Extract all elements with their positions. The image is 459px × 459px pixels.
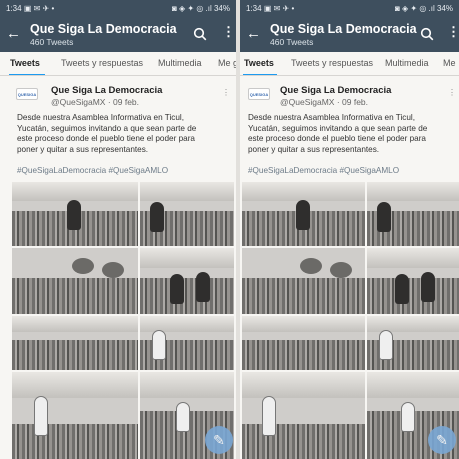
- tweet-photo[interactable]: [12, 372, 138, 459]
- tweet-line: Desde nuestra Asamblea Informativa en Ti…: [248, 113, 416, 122]
- tweet-text: Desde nuestra Asamblea Informativa en Ti…: [248, 113, 427, 155]
- status-battery: 34%: [436, 4, 453, 13]
- tweet-photo[interactable]: [242, 372, 365, 459]
- tweet-line: este proceso donde el pueblo tiene el po…: [248, 134, 426, 143]
- status-notification-icons: ▣ ✉ ✈ •: [263, 4, 295, 13]
- tweet-line: Desde nuestra Asamblea Informativa en Ti…: [17, 113, 185, 122]
- profile-tabs: Tweets Tweets y respuestas Multimedia Me: [240, 52, 459, 76]
- screenshot-left: 1:34 ▣ ✉ ✈ • ◙ ◈ ✦ ◎ .ıl 34% ← Que Siga …: [0, 0, 236, 459]
- photo-grid: [12, 182, 234, 459]
- tweet-photo[interactable]: [140, 182, 234, 246]
- tweet-photo[interactable]: [242, 182, 365, 246]
- tab-active-indicator: [9, 74, 45, 75]
- avatar[interactable]: QUESIGA: [16, 88, 38, 100]
- page-title: Que Siga La Democracia: [30, 22, 177, 36]
- tweet-menu-icon[interactable]: ⋮: [222, 88, 230, 97]
- tweet-photo[interactable]: [367, 182, 459, 246]
- status-bar: 1:34 ▣ ✉ ✈ • ◙ ◈ ✦ ◎ .ıl 34%: [240, 0, 459, 17]
- tweet-header: QUESIGA Que Siga La Democracia @QueSigaM…: [240, 84, 459, 108]
- tweet-photo[interactable]: [242, 316, 365, 370]
- tab-tweets-replies[interactable]: Tweets y respuestas: [61, 58, 143, 68]
- avatar[interactable]: QUESIGA: [248, 88, 270, 100]
- page-title: Que Siga La Democracia: [270, 22, 417, 36]
- back-arrow-icon[interactable]: ←: [6, 26, 21, 41]
- tweet-line: poner y quitar a sus representantes.: [248, 144, 380, 154]
- tab-tweets[interactable]: Tweets: [244, 58, 274, 68]
- tweet-text: Desde nuestra Asamblea Informativa en Ti…: [17, 113, 196, 155]
- back-arrow-icon[interactable]: ←: [246, 26, 261, 41]
- tweet-line: Yucatán, seguimos invitando a que sean p…: [248, 123, 428, 133]
- status-notification-icons: ▣ ✉ ✈ •: [23, 4, 55, 13]
- tweet-photo[interactable]: [367, 316, 459, 370]
- tweet-photo[interactable]: [242, 248, 365, 314]
- tweet-author[interactable]: Que Siga La Democracia: [280, 85, 391, 96]
- status-signal-icons: ◙ ◈ ✦ ◎ .ıl: [171, 4, 212, 13]
- tweet-header: QUESIGA Que Siga La Democracia @QueSigaM…: [0, 84, 236, 108]
- tab-media[interactable]: Multimedia: [385, 58, 429, 68]
- tab-likes[interactable]: Me: [443, 58, 456, 68]
- tweet-menu-icon[interactable]: ⋮: [448, 88, 456, 97]
- tab-media[interactable]: Multimedia: [158, 58, 202, 68]
- tweet-author[interactable]: Que Siga La Democracia: [51, 85, 162, 96]
- status-battery: 34%: [213, 4, 230, 13]
- more-vertical-icon[interactable]: ⋮: [222, 25, 235, 39]
- tab-tweets[interactable]: Tweets: [10, 58, 40, 68]
- status-time: 1:34: [6, 4, 22, 13]
- screenshot-right: 1:34 ▣ ✉ ✈ • ◙ ◈ ✦ ◎ .ıl 34% ← Que Siga …: [240, 0, 459, 459]
- tweet-line: este proceso donde el pueblo tiene el po…: [17, 134, 195, 143]
- tab-active-indicator: [243, 74, 277, 75]
- photo-grid: [242, 182, 459, 459]
- tweet-photo[interactable]: [12, 182, 138, 246]
- compose-icon[interactable]: ✎: [428, 426, 456, 454]
- tweet-handle: @QueSigaMX · 09 feb.: [51, 97, 140, 107]
- tweet-photo[interactable]: [367, 248, 459, 314]
- app-bar: ← Que Siga La Democracia 460 Tweets ⋮: [0, 17, 236, 52]
- tweet-line: Yucatán, seguimos invitando a que sean p…: [17, 123, 197, 133]
- tweet-photo[interactable]: [140, 316, 234, 370]
- tweet-count: 460 Tweets: [270, 37, 314, 47]
- compose-icon[interactable]: ✎: [205, 426, 233, 454]
- status-time: 1:34: [246, 4, 262, 13]
- more-vertical-icon[interactable]: ⋮: [447, 25, 459, 39]
- tweet-photo[interactable]: [140, 248, 234, 314]
- tweet-count: 460 Tweets: [30, 37, 74, 47]
- tweet-line: poner y quitar a sus representantes.: [17, 144, 149, 154]
- tweet-photo[interactable]: [12, 316, 138, 370]
- tweet-hashtags[interactable]: #QueSigaLaDemocracia #QueSigaAMLO: [248, 166, 399, 175]
- search-icon[interactable]: [420, 27, 434, 41]
- profile-tabs: Tweets Tweets y respuestas Multimedia Me…: [0, 52, 236, 76]
- tweet-handle: @QueSigaMX · 09 feb.: [280, 97, 369, 107]
- status-bar: 1:34 ▣ ✉ ✈ • ◙ ◈ ✦ ◎ .ıl 34%: [0, 0, 236, 17]
- app-bar: ← Que Siga La Democracia 460 Tweets ⋮: [240, 17, 459, 52]
- tweet-photo[interactable]: [12, 248, 138, 314]
- status-signal-icons: ◙ ◈ ✦ ◎ .ıl: [394, 4, 435, 13]
- tweet-hashtags[interactable]: #QueSigaLaDemocracia #QueSigaAMLO: [17, 166, 168, 175]
- tab-likes[interactable]: Me g: [218, 58, 236, 68]
- search-icon[interactable]: [193, 27, 207, 41]
- tab-tweets-replies[interactable]: Tweets y respuestas: [291, 58, 373, 68]
